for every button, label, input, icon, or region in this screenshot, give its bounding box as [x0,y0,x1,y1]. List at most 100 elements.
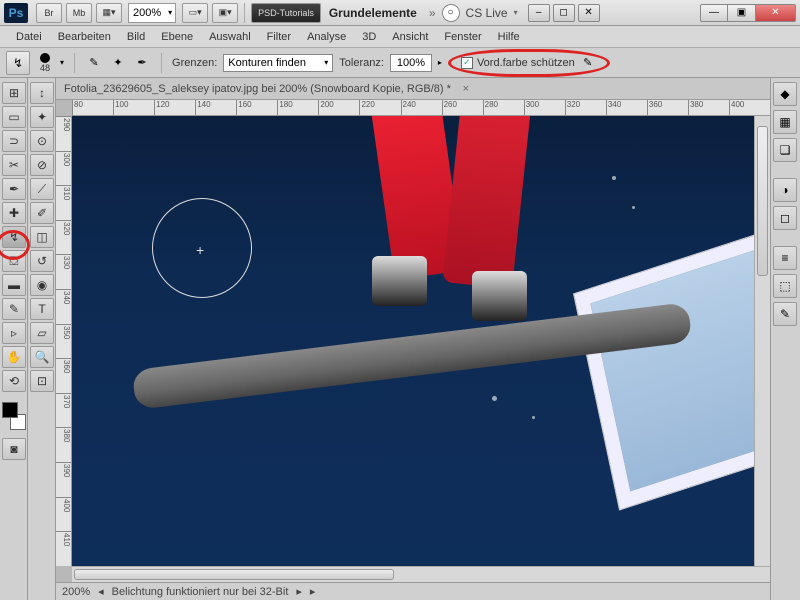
inner-min-button[interactable]: – [528,4,550,22]
close-button[interactable]: ✕ [756,4,796,22]
workspace: ⊞ ▭ ⊃ ✂ ✒ ✚ ↯ ⛋ ▬ ✎ ▹ ✋ ⟲ ◙ ↕ ✦ ⊙ ⊘ ⟋ [0,78,800,600]
horizontal-ruler[interactable]: 80 100 120 140 160 180 200 220 240 260 2… [72,100,770,116]
arrange-button[interactable]: ▭▾ [182,3,208,23]
menu-bar: Datei Bearbeiten Bild Ebene Auswahl Filt… [0,26,800,48]
color-panel-icon[interactable]: ◆ [773,82,797,106]
bridge-button[interactable]: Br [36,3,62,23]
menu-datei[interactable]: Datei [8,28,50,46]
status-nav-left-icon[interactable]: ◂ [98,585,104,598]
tool-preset-icon[interactable]: ↯ [6,51,30,75]
brush-dropdown-icon[interactable]: ▾ [60,58,64,67]
eraser-tool[interactable]: ◫ [30,226,54,248]
grenzen-dropdown[interactable]: Konturen finden [223,54,333,72]
menu-auswahl[interactable]: Auswahl [201,28,259,46]
cs-live-icon[interactable]: ○ [442,4,460,22]
protect-foreground-checkbox[interactable]: ✓ [461,57,473,69]
canvas[interactable]: + [72,116,754,566]
inner-close-button[interactable]: ✕ [578,4,600,22]
type-tool[interactable]: T [30,298,54,320]
blur-tool[interactable]: ◉ [30,274,54,296]
toleranz-flyout-icon[interactable]: ▸ [438,58,442,67]
workspace-more-icon[interactable]: » [423,6,442,20]
sampling-icon[interactable]: ✦ [109,54,127,72]
quick-mask-tool[interactable]: ◙ [2,438,26,460]
menu-bearbeiten[interactable]: Bearbeiten [50,28,119,46]
foreground-color-swatch[interactable] [2,402,18,418]
menu-hilfe[interactable]: Hilfe [490,28,528,46]
slice-tool[interactable]: ⊘ [30,154,54,176]
document-tab[interactable]: Fotolia_23629605_S_aleksey ipatov.jpg be… [56,78,770,100]
move-alt-tool[interactable]: ↕ [30,82,54,104]
toleranz-label: Toleranz: [339,57,384,69]
eyedropper-icon[interactable]: ✒ [133,54,151,72]
brush-tool[interactable]: ✐ [30,202,54,224]
cs-live-dropdown-icon[interactable]: ▾ [514,8,518,17]
swatches-panel-icon[interactable]: ▦ [773,110,797,134]
menu-bild[interactable]: Bild [119,28,153,46]
menu-ebene[interactable]: Ebene [153,28,201,46]
brush-options-icon[interactable]: ✎ [85,54,103,72]
zoom-tool[interactable]: 🔍 [30,346,54,368]
workspace-grundelemente[interactable]: Grundelemente [323,6,423,20]
toleranz-field[interactable]: 100% [390,54,432,72]
3d-rotate-tool[interactable]: ⟲ [2,370,26,392]
menu-filter[interactable]: Filter [259,28,299,46]
vertical-scrollbar[interactable] [754,116,770,566]
adjustments-panel-icon[interactable]: ◑ [773,178,797,202]
ruler-tool[interactable]: ⟋ [30,178,54,200]
3d-camera-tool[interactable]: ⊡ [30,370,54,392]
ruler-tick: 360 [647,100,688,115]
shape-tool[interactable]: ▱ [30,322,54,344]
magic-wand-tool[interactable]: ✦ [30,106,54,128]
paths-panel-icon[interactable]: ✎ [773,302,797,326]
eyedropper-tool[interactable]: ✒ [2,178,26,200]
scrollbar-thumb[interactable] [74,569,394,580]
horizontal-scrollbar[interactable] [72,566,770,582]
workspace-psd-tutorials[interactable]: PSD-Tutorials [251,3,321,23]
status-zoom[interactable]: 200% [62,586,90,598]
pen-tool[interactable]: ✎ [2,298,26,320]
hand-tool[interactable]: ✋ [2,346,26,368]
document-tab-close-icon[interactable]: × [459,82,473,96]
background-eraser-tool[interactable]: ↯ [2,226,26,248]
menu-analyse[interactable]: Analyse [299,28,354,46]
highlight-annotation: ✓ Vord.farbe schützen ✎ [448,49,610,77]
path-selection-tool[interactable]: ▹ [2,322,26,344]
status-flyout-icon[interactable]: ▸ [310,585,316,598]
clone-stamp-tool[interactable]: ⛋ [2,250,26,272]
minimize-button[interactable]: — [700,4,728,22]
quick-selection-tool[interactable]: ⊙ [30,130,54,152]
menu-ansicht[interactable]: Ansicht [384,28,436,46]
screen-mode-button[interactable]: ▣▾ [212,3,238,23]
inner-max-button[interactable]: ◻ [553,4,575,22]
brush-preview[interactable]: 48 [40,53,50,73]
channels-panel-icon[interactable]: ⬚ [773,274,797,298]
ruler-tick: 320 [565,100,606,115]
move-tool[interactable]: ⊞ [2,82,26,104]
masks-panel-icon[interactable]: ◻ [773,206,797,230]
lasso-tool[interactable]: ⊃ [2,130,26,152]
zoom-selector[interactable]: 200% [128,3,176,23]
cs-live-label[interactable]: CS Live [460,6,514,20]
layers-panel-icon[interactable]: ≡ [773,246,797,270]
photoshop-logo-icon: Ps [4,3,28,23]
scrollbar-thumb[interactable] [757,126,768,276]
gradient-tool[interactable]: ▬ [2,274,26,296]
history-brush-tool[interactable]: ↺ [30,250,54,272]
view-extras-button[interactable]: ▦▾ [96,3,122,23]
divider [161,53,162,73]
minibridge-button[interactable]: Mb [66,3,92,23]
tablet-pressure-icon[interactable]: ✎ [579,54,597,72]
vertical-ruler[interactable]: 290 300 310 320 330 340 350 360 370 380 … [56,116,72,566]
inner-window-buttons: – ◻ ✕ [528,4,600,22]
crop-tool[interactable]: ✂ [2,154,26,176]
menu-fenster[interactable]: Fenster [436,28,489,46]
menu-3d[interactable]: 3D [354,28,384,46]
color-swatches[interactable] [2,402,26,430]
marquee-tool[interactable]: ▭ [2,106,26,128]
toolbox-left: ⊞ ▭ ⊃ ✂ ✒ ✚ ↯ ⛋ ▬ ✎ ▹ ✋ ⟲ ◙ [0,78,28,600]
maximize-button[interactable]: ▣ [728,4,756,22]
styles-panel-icon[interactable]: ❏ [773,138,797,162]
healing-brush-tool[interactable]: ✚ [2,202,26,224]
status-nav-right-icon[interactable]: ▸ [296,585,302,598]
